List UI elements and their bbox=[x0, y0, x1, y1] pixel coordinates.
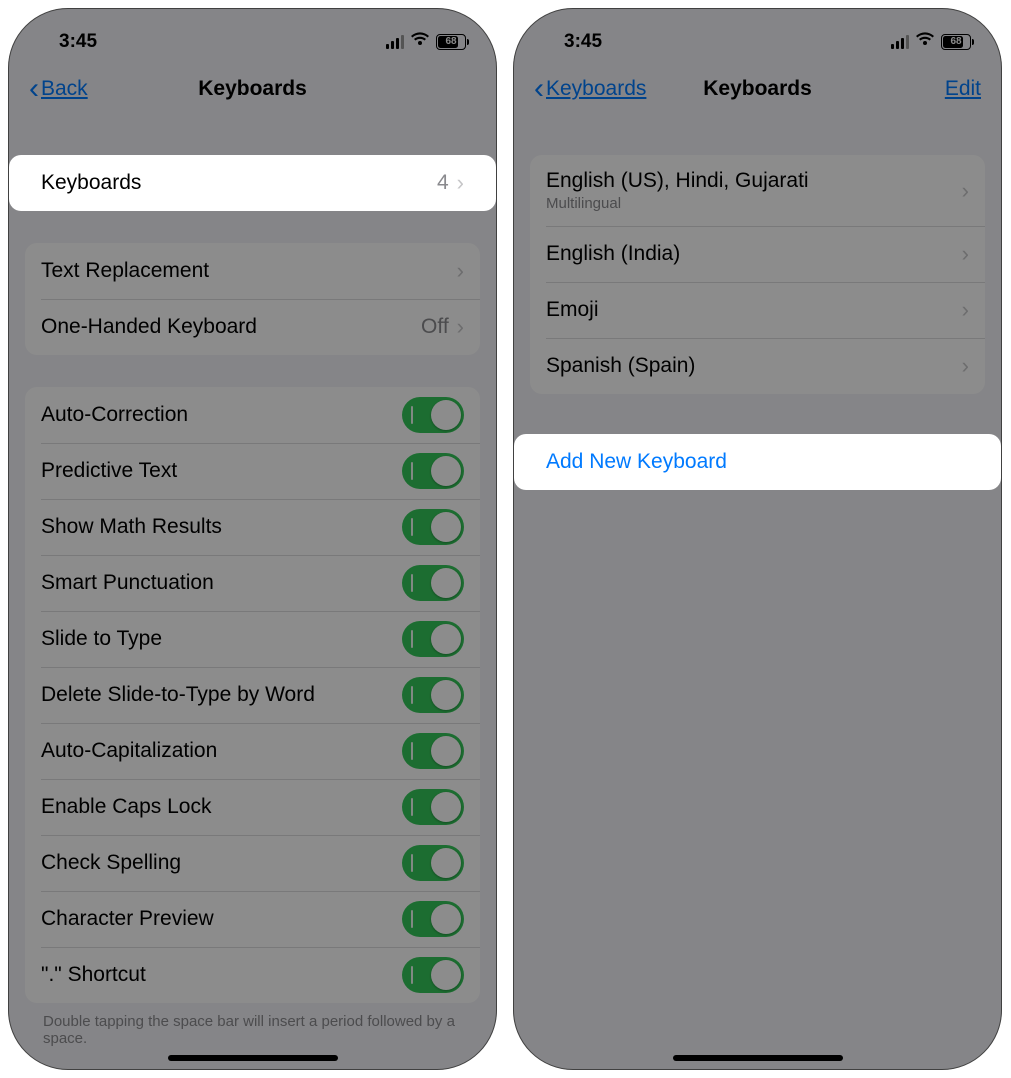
chevron-right-icon: › bbox=[457, 170, 464, 196]
edit-button[interactable]: Edit bbox=[945, 77, 981, 101]
row-label: Auto-Correction bbox=[41, 403, 188, 427]
wifi-icon bbox=[410, 31, 430, 53]
toggle-switch[interactable] bbox=[402, 677, 464, 713]
status-clock: 3:45 bbox=[59, 31, 97, 53]
toggle-row: Enable Caps Lock bbox=[25, 779, 480, 835]
row-label: Spanish (Spain) bbox=[546, 354, 695, 378]
row-label: Enable Caps Lock bbox=[41, 795, 211, 819]
battery-icon: 68 bbox=[941, 34, 971, 50]
status-clock: 3:45 bbox=[564, 31, 602, 53]
row-label: Delete Slide-to-Type by Word bbox=[41, 683, 315, 707]
toggle-switch[interactable] bbox=[402, 621, 464, 657]
keyboard-list-item[interactable]: English (US), Hindi, Gujarati Multilingua… bbox=[530, 155, 985, 226]
phone-left: 3:45 68 ‹ Back Keyboards Keyboards 4 › bbox=[8, 8, 497, 1070]
cellular-icon bbox=[386, 35, 404, 49]
toggle-row: Slide to Type bbox=[25, 611, 480, 667]
row-label: Check Spelling bbox=[41, 851, 181, 875]
chevron-right-icon: › bbox=[457, 258, 464, 284]
home-indicator[interactable] bbox=[168, 1055, 338, 1061]
status-bar: 3:45 68 bbox=[514, 9, 1001, 64]
status-bar: 3:45 68 bbox=[9, 9, 496, 64]
wifi-icon bbox=[915, 31, 935, 53]
chevron-right-icon: › bbox=[962, 241, 969, 267]
keyboard-list-item[interactable]: Spanish (Spain) › bbox=[530, 338, 985, 394]
phone-right: 3:45 68 ‹ Keyboards Keyboards Edit Engli… bbox=[513, 8, 1002, 1070]
toggle-switch[interactable] bbox=[402, 397, 464, 433]
toggle-row: Character Preview bbox=[25, 891, 480, 947]
text-replacement-row[interactable]: Text Replacement › bbox=[25, 243, 480, 299]
chevron-right-icon: › bbox=[962, 297, 969, 323]
home-indicator[interactable] bbox=[673, 1055, 843, 1061]
add-new-keyboard-button[interactable]: Add New Keyboard bbox=[530, 434, 985, 490]
nav-bar: ‹ Back Keyboards bbox=[9, 64, 496, 119]
battery-icon: 68 bbox=[436, 34, 466, 50]
keyboard-list-item[interactable]: English (India) › bbox=[530, 226, 985, 282]
row-label: English (US), Hindi, Gujarati bbox=[546, 169, 809, 193]
row-subtitle: Multilingual bbox=[546, 195, 809, 212]
toggle-switch[interactable] bbox=[402, 509, 464, 545]
row-label: English (India) bbox=[546, 242, 680, 266]
row-label: Slide to Type bbox=[41, 627, 162, 651]
toggle-row: Show Math Results bbox=[25, 499, 480, 555]
row-label: "." Shortcut bbox=[41, 963, 146, 987]
toggle-switch[interactable] bbox=[402, 901, 464, 937]
toggle-row: Auto-Correction bbox=[25, 387, 480, 443]
toggle-switch[interactable] bbox=[402, 789, 464, 825]
keyboards-row[interactable]: Keyboards 4 › bbox=[25, 155, 480, 211]
chevron-right-icon: › bbox=[962, 178, 969, 204]
row-label: Auto-Capitalization bbox=[41, 739, 217, 763]
toggle-switch[interactable] bbox=[402, 845, 464, 881]
nav-bar: ‹ Keyboards Keyboards Edit bbox=[514, 64, 1001, 119]
toggle-row: Predictive Text bbox=[25, 443, 480, 499]
row-label: Show Math Results bbox=[41, 515, 222, 539]
back-button[interactable]: ‹ Back bbox=[29, 74, 88, 104]
one-handed-value: Off bbox=[421, 315, 449, 339]
footnote: Double tapping the space bar will insert… bbox=[25, 1003, 480, 1047]
row-label: Emoji bbox=[546, 298, 599, 322]
toggle-row: Delete Slide-to-Type by Word bbox=[25, 667, 480, 723]
row-label: Smart Punctuation bbox=[41, 571, 214, 595]
one-handed-keyboard-row[interactable]: One-Handed Keyboard Off › bbox=[25, 299, 480, 355]
cellular-icon bbox=[891, 35, 909, 49]
toggle-row: Smart Punctuation bbox=[25, 555, 480, 611]
toggle-row: Auto-Capitalization bbox=[25, 723, 480, 779]
row-label: Keyboards bbox=[41, 171, 141, 195]
chevron-right-icon: › bbox=[962, 353, 969, 379]
toggle-row: Check Spelling bbox=[25, 835, 480, 891]
toggle-switch[interactable] bbox=[402, 733, 464, 769]
keyboard-list-item[interactable]: Emoji › bbox=[530, 282, 985, 338]
row-label: One-Handed Keyboard bbox=[41, 315, 257, 339]
back-button[interactable]: ‹ Keyboards bbox=[534, 74, 646, 104]
toggle-row: "." Shortcut bbox=[25, 947, 480, 1003]
chevron-left-icon: ‹ bbox=[29, 74, 39, 104]
row-label: Character Preview bbox=[41, 907, 214, 931]
chevron-right-icon: › bbox=[457, 314, 464, 340]
row-label: Text Replacement bbox=[41, 259, 209, 283]
chevron-left-icon: ‹ bbox=[534, 74, 544, 104]
toggle-switch[interactable] bbox=[402, 565, 464, 601]
toggle-switch[interactable] bbox=[402, 453, 464, 489]
keyboards-count: 4 bbox=[437, 171, 449, 195]
toggle-switch[interactable] bbox=[402, 957, 464, 993]
row-label: Predictive Text bbox=[41, 459, 177, 483]
